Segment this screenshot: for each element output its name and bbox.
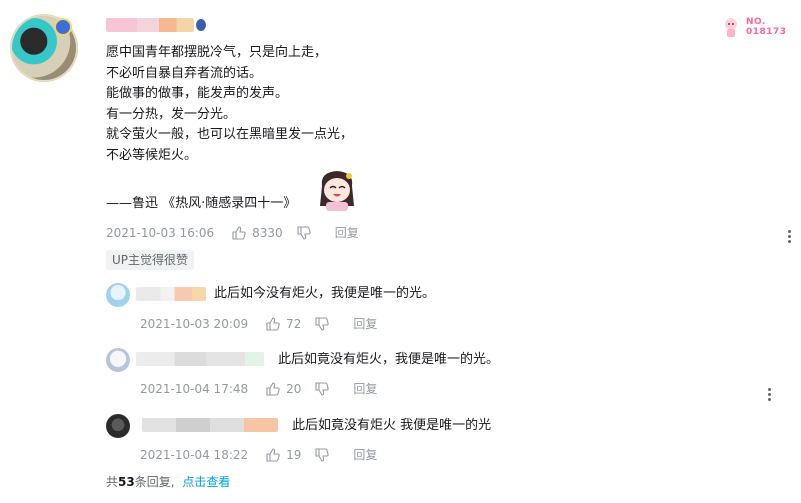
view-replies-link[interactable]: 点击查看 — [182, 475, 230, 489]
like-icon — [266, 381, 280, 396]
like-count: 20 — [286, 381, 302, 396]
comment-meta: 2021-10-03 16:06 8330 回复 — [106, 224, 359, 241]
reply-meta: 2021-10-04 18:22 19 回复 — [140, 446, 377, 463]
dislike-icon — [297, 225, 311, 240]
commenter-username[interactable] — [106, 18, 194, 32]
reply-username[interactable] — [136, 287, 206, 301]
like-count: 19 — [286, 447, 302, 462]
floor-number: 018173 — [746, 27, 787, 37]
comment-body: 愿中国青年都摆脱冷气，只是向上走， 不必听自暴自弃者流的话。 能做事的做事，能发… — [106, 43, 353, 166]
comment-line: 不必听自暴自弃者流的话。 — [106, 65, 263, 81]
dislike-button[interactable] — [315, 316, 330, 331]
like-button[interactable]: 20 — [266, 382, 301, 396]
commenter-avatar[interactable] — [10, 14, 78, 82]
like-count: 72 — [286, 316, 302, 331]
reply-date: 2021-10-04 17:48 — [140, 381, 249, 396]
floor-badge-icon — [725, 18, 737, 37]
dislike-button[interactable] — [297, 225, 311, 240]
reply-meta: 2021-10-04 17:48 20 回复 — [140, 380, 377, 397]
comment-date: 2021-10-03 16:06 — [106, 225, 215, 240]
avatar-badge-icon — [54, 18, 72, 36]
reply-avatar[interactable] — [106, 414, 130, 438]
dislike-icon — [315, 447, 330, 462]
like-button[interactable]: 19 — [266, 448, 301, 462]
reply-date: 2021-10-04 18:22 — [140, 447, 249, 462]
like-count: 8330 — [252, 225, 283, 240]
dislike-icon — [315, 316, 330, 331]
sticker-icon — [320, 171, 354, 211]
reply-text: 此后如今没有炬火，我便是唯一的光。 — [214, 286, 436, 301]
like-button[interactable]: 72 — [266, 317, 301, 331]
more-icon[interactable] — [788, 228, 792, 245]
like-icon — [266, 447, 280, 462]
reply-button[interactable]: 回复 — [353, 446, 377, 463]
reply-count: 53 — [118, 475, 135, 489]
dislike-button[interactable] — [315, 381, 330, 396]
reply-avatar[interactable] — [106, 283, 130, 307]
reply-date: 2021-10-03 20:09 — [140, 316, 249, 331]
more-icon[interactable] — [768, 386, 772, 403]
reply-count-footer: 共53条回复, 点击查看 — [106, 473, 230, 490]
reply-button[interactable]: 回复 — [335, 224, 359, 241]
comment-line: 能做事的做事，能发声的发声。 — [106, 86, 289, 101]
comment-line: 不必等候炬火。 — [106, 147, 198, 163]
level-icon — [196, 19, 206, 31]
floor-badge: NO. 018173 — [720, 16, 787, 38]
reply-meta: 2021-10-03 20:09 72 回复 — [140, 315, 377, 332]
reply-avatar[interactable] — [106, 348, 130, 372]
dislike-button[interactable] — [315, 447, 330, 462]
reply-button[interactable]: 回复 — [353, 315, 377, 332]
reply-username[interactable] — [136, 352, 264, 366]
reply-username[interactable] — [142, 418, 278, 432]
reply-count-suffix: 条回复, — [134, 475, 175, 489]
reply-count-prefix: 共 — [106, 475, 119, 489]
comment-line: 就令萤火一般，也可以在黑暗里发一点光， — [106, 127, 354, 142]
comment-signature: ——鲁迅 《热风·随感录四十一》 — [106, 196, 297, 211]
comment-line: 愿中国青年都摆脱冷气，只是向上走， — [106, 45, 328, 60]
reply-button[interactable]: 回复 — [353, 380, 377, 397]
like-icon — [266, 316, 280, 331]
up-liked-tag: UP主觉得很赞 — [106, 250, 195, 270]
reply-text: 此后如竟没有炬火，我便是唯一的光。 — [278, 352, 500, 367]
comment-line: 有一分热，发一分光。 — [106, 106, 237, 122]
reply-text: 此后如竟没有炬火 我便是唯一的光 — [292, 418, 492, 433]
dislike-icon — [315, 381, 330, 396]
like-button[interactable]: 8330 — [232, 226, 283, 240]
floor-label: NO. — [746, 17, 766, 27]
like-icon — [232, 225, 246, 240]
